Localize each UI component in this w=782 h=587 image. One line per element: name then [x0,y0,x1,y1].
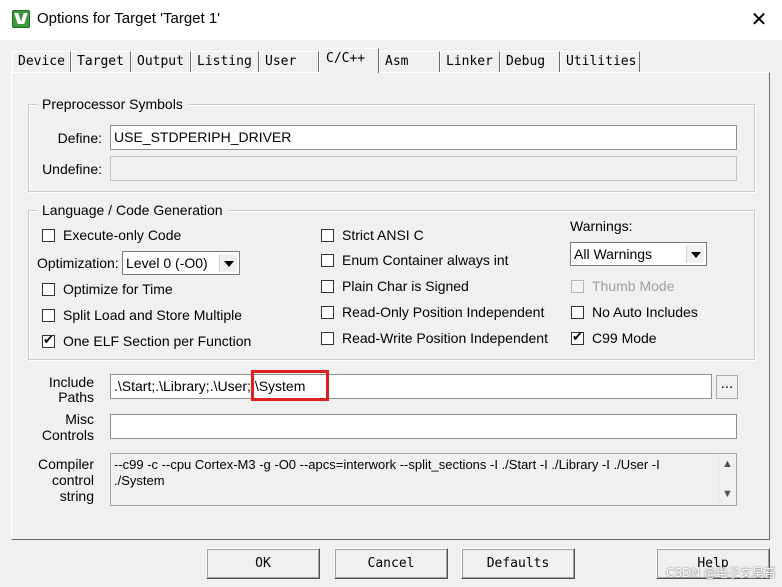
misc-controls-input[interactable] [110,414,737,439]
tab-asm[interactable]: Asm [379,51,440,72]
compiler-label-line2: control [51,472,94,488]
tab-cc[interactable]: C/C++ [319,48,379,73]
enum-container-checkbox[interactable] [321,254,334,267]
include-paths-browse-button[interactable]: ... [716,375,738,399]
no-auto-includes-label: No Auto Includes [592,304,698,320]
include-paths-label: Include Paths [30,375,94,405]
strict-ansi-label: Strict ANSI C [342,227,424,243]
checkmark-icon: ✔ [43,333,54,348]
tab-target[interactable]: Target [71,51,131,72]
compiler-label-line3: string [59,488,94,504]
include-label-line2: Paths [58,389,94,405]
optimization-select[interactable]: Level 0 (-O0) [122,251,240,275]
chevron-down-icon [686,245,704,263]
title-bar: Options for Target 'Target 1' ✕ [0,0,782,40]
c99-mode-label: C99 Mode [592,330,657,346]
misc-controls-label: Misc Controls [30,411,94,443]
compiler-control-string-textarea[interactable]: --c99 -c --cpu Cortex-M3 -g -O0 --apcs=i… [110,453,737,506]
include-paths-input[interactable]: .\Start;.\Library;.\User;.\System [110,374,712,399]
scroll-down-icon[interactable]: ▼ [719,486,736,503]
language-group-title: Language / Code Generation [37,202,228,218]
ro-position-independent-label: Read-Only Position Independent [342,304,545,320]
include-label-line1: Include [48,374,94,390]
execute-only-checkbox[interactable] [42,229,55,242]
cancel-button[interactable]: Cancel [334,548,448,579]
compiler-control-string-label: Compiler control string [30,456,94,504]
defaults-button[interactable]: Defaults [461,548,575,579]
plain-char-checkbox[interactable] [321,280,334,293]
c99-mode-checkbox[interactable]: ✔ [571,330,584,345]
rw-position-independent-checkbox[interactable] [321,332,334,345]
tab-output[interactable]: Output [131,51,191,72]
warnings-value: All Warnings [574,246,653,262]
one-elf-checkbox[interactable]: ✔ [42,333,55,348]
optimize-time-checkbox[interactable] [42,283,55,296]
enum-container-label: Enum Container always int [342,252,509,268]
define-input[interactable]: USE_STDPERIPH_DRIVER [110,125,737,150]
watermark: CSDN @电子文昊苔 [665,566,776,580]
strict-ansi-checkbox[interactable] [321,229,334,242]
undefine-input[interactable] [110,156,737,181]
vertical-scrollbar[interactable]: ▲ ▼ [718,454,736,505]
keil-app-icon [12,10,30,28]
plain-char-label: Plain Char is Signed [342,278,469,294]
preprocessor-group-title: Preprocessor Symbols [37,96,188,112]
thumb-mode-label: Thumb Mode [592,278,675,294]
compiler-label-line1: Compiler [37,456,94,472]
optimization-value: Level 0 (-O0) [126,255,208,271]
one-elf-label: One ELF Section per Function [63,333,252,349]
ro-position-independent-checkbox[interactable] [321,306,334,319]
define-label: Define: [57,130,102,146]
tab-utilities[interactable]: Utilities [560,51,640,72]
tab-device[interactable]: Device [12,51,71,72]
highlight-box [251,370,329,401]
checkmark-icon: ✔ [572,330,583,345]
tab-listing[interactable]: Listing [191,51,259,72]
execute-only-label: Execute-only Code [63,227,182,243]
split-load-store-checkbox[interactable] [42,309,55,322]
compiler-control-string-text: --c99 -c --cpu Cortex-M3 -g -O0 --apcs=i… [114,457,660,488]
window-title: Options for Target 'Target 1' [37,10,221,27]
split-load-store-label: Split Load and Store Multiple [63,307,242,323]
rw-position-independent-label: Read-Write Position Independent [342,330,548,346]
no-auto-includes-checkbox[interactable] [571,306,584,319]
misc-label-line2: Controls [41,427,94,443]
warnings-select[interactable]: All Warnings [570,242,707,266]
optimization-label: Optimization: [37,255,119,271]
tab-linker[interactable]: Linker [440,51,500,72]
tab-debug[interactable]: Debug [500,51,560,72]
misc-label-line1: Misc [65,411,94,427]
tab-user[interactable]: User [259,51,319,72]
optimize-time-label: Optimize for Time [63,281,173,297]
ok-button[interactable]: OK [206,548,320,579]
warnings-label: Warnings: [570,218,633,234]
scroll-up-icon[interactable]: ▲ [719,456,736,473]
chevron-down-icon [219,254,237,272]
close-button[interactable]: ✕ [736,0,782,38]
thumb-mode-checkbox[interactable] [571,280,584,293]
undefine-label: Undefine: [42,161,102,177]
